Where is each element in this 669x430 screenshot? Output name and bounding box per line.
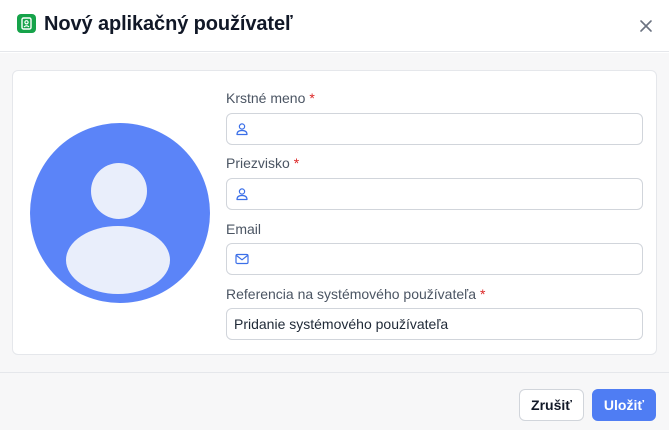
required-marker: *: [309, 90, 315, 106]
mail-icon: [235, 253, 249, 265]
dialog-title: Nový aplikačný používateľ: [44, 13, 293, 35]
last-name-input[interactable]: [257, 179, 637, 209]
first-name-input[interactable]: [257, 114, 637, 144]
last-name-label: Priezvisko *: [226, 155, 299, 171]
system-user-ref-label-text: Referencia na systémového používateľa: [226, 286, 477, 302]
first-name-label-text: Krstné meno: [226, 90, 306, 106]
save-button[interactable]: Uložiť: [592, 389, 656, 421]
cancel-button[interactable]: Zrušiť: [519, 389, 584, 421]
user-icon: [236, 123, 248, 136]
email-input[interactable]: [257, 244, 637, 274]
dialog-body: Krstné meno * Priezvisko * Email Referen…: [0, 53, 669, 372]
last-name-label-text: Priezvisko: [226, 155, 290, 171]
email-label: Email: [226, 221, 261, 237]
form-card: Krstné meno * Priezvisko * Email Referen…: [12, 70, 657, 355]
first-name-label: Krstné meno *: [226, 90, 315, 106]
required-marker: *: [480, 286, 486, 302]
dialog-footer: Zrušiť Uložiť: [0, 372, 669, 430]
contact-card-icon: [17, 14, 36, 33]
email-field[interactable]: [226, 243, 643, 275]
dialog-header: Nový aplikačný používateľ: [0, 0, 669, 52]
last-name-field[interactable]: [226, 178, 643, 210]
system-user-ref-value[interactable]: Pridanie systémového používateľa: [234, 316, 448, 332]
email-label-text: Email: [226, 221, 262, 237]
first-name-field[interactable]: [226, 113, 643, 145]
required-marker: *: [293, 155, 300, 171]
system-user-ref-field[interactable]: Pridanie systémového používateľa: [226, 308, 643, 340]
user-icon: [236, 188, 248, 201]
close-icon[interactable]: [636, 16, 656, 36]
system-user-ref-label: Referencia na systémového používateľa *: [226, 286, 485, 302]
avatar: [30, 123, 210, 303]
